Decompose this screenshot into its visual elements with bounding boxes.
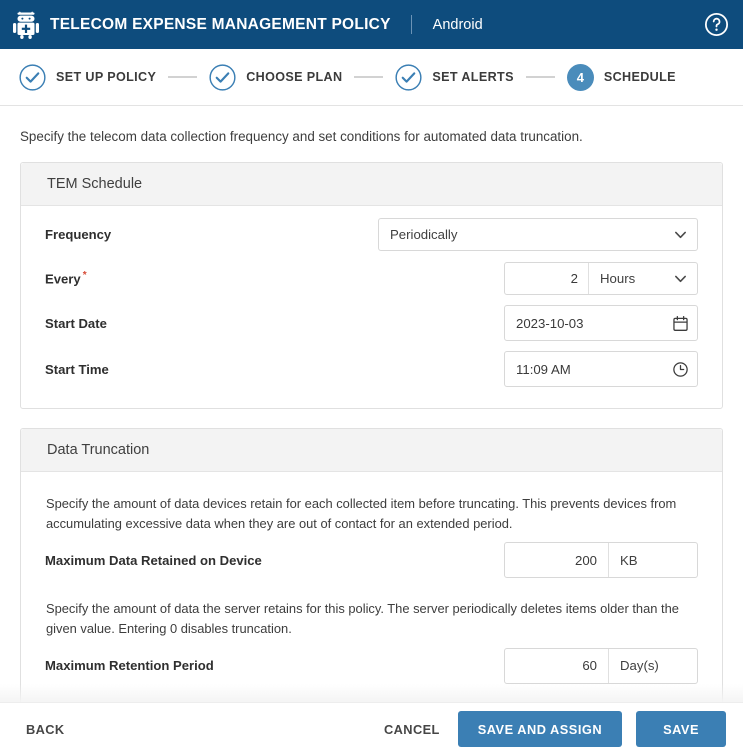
required-asterisk: * (82, 269, 87, 281)
every-interval-control[interactable]: 2 Hours (504, 261, 698, 295)
max-retention-period-input[interactable]: 60 (505, 648, 609, 683)
start-date-value: 2023-10-03 (516, 315, 584, 331)
platform-label: Android (432, 16, 483, 33)
every-label: Every * (45, 270, 504, 286)
save-and-assign-button[interactable]: SAVE AND ASSIGN (457, 711, 623, 747)
check-circle-icon (209, 63, 236, 91)
frequency-label: Frequency (45, 226, 112, 242)
data-truncation-card-title: Data Truncation (21, 429, 722, 473)
check-circle-icon (19, 63, 46, 91)
back-button[interactable]: BACK (22, 716, 69, 743)
wizard-stepper: SET UP POLICY CHOOSE PLAN SET ALERTS 4 S… (0, 49, 743, 106)
wizard-footer: BACK CANCEL SAVE AND ASSIGN SAVE (0, 702, 743, 755)
every-value-input[interactable]: 2 (505, 262, 589, 294)
max-data-retained-control[interactable]: 200 KB (504, 542, 698, 579)
chevron-down-icon (663, 219, 697, 250)
page-title: TELECOM EXPENSE MANAGEMENT POLICY (50, 15, 391, 33)
every-label-text: Every (45, 271, 81, 287)
stepper-step-set-alerts[interactable]: SET ALERTS (395, 63, 514, 91)
calendar-icon[interactable] (663, 306, 697, 340)
data-truncation-card: Data Truncation Specify the amount of da… (20, 428, 723, 702)
frequency-row: Frequency Periodically (45, 212, 698, 256)
start-time-label: Start Time (45, 361, 109, 377)
header-divider (410, 15, 412, 34)
server-truncation-description: Specify the amount of data the server re… (46, 601, 679, 636)
max-retention-period-unit: Day(s) (620, 658, 659, 674)
chevron-down-icon (663, 263, 697, 294)
start-date-input[interactable]: 2023-10-03 (504, 305, 698, 342)
stepper-connector (525, 76, 555, 78)
max-retention-period-control[interactable]: 60 Day(s) (504, 647, 698, 684)
start-time-row: Start Time 11:09 AM (45, 346, 698, 392)
tem-schedule-card: TEM Schedule Frequency Periodically Ever… (20, 162, 723, 410)
every-unit-selected-value: Hours (600, 270, 636, 286)
check-circle-icon (395, 63, 422, 91)
max-retention-period-row: Maximum Retention Period 60 Day(s) (45, 643, 698, 689)
tem-schedule-card-body: Frequency Periodically Every * 2 Hours S… (21, 206, 722, 408)
data-truncation-card-body: Specify the amount of data devices retai… (21, 472, 722, 702)
cancel-button[interactable]: CANCEL (380, 716, 444, 743)
app-header-left: TELECOM EXPENSE MANAGEMENT POLICY Androi… (13, 10, 704, 39)
device-truncation-description: Specify the amount of data devices retai… (46, 496, 677, 531)
start-date-row: Start Date 2023-10-03 (45, 300, 698, 346)
max-retention-period-label: Maximum Retention Period (45, 658, 214, 674)
stepper-step-choose-plan[interactable]: CHOOSE PLAN (209, 63, 343, 91)
max-data-retained-label: Maximum Data Retained on Device (45, 552, 262, 568)
clock-icon[interactable] (663, 352, 697, 386)
stepper-step-set-up-policy[interactable]: SET UP POLICY (19, 63, 157, 91)
stepper-label: SET UP POLICY (56, 70, 157, 84)
stepper-step-schedule[interactable]: 4 SCHEDULE (566, 63, 676, 91)
tem-schedule-card-title: TEM Schedule (21, 163, 722, 207)
max-data-retained-unit: KB (620, 552, 638, 568)
stepper-connector (354, 76, 384, 78)
max-data-retained-row: Maximum Data Retained on Device 200 KB (45, 537, 698, 583)
stepper-label: SCHEDULE (603, 70, 676, 84)
max-data-retained-input[interactable]: 200 (505, 543, 609, 578)
save-button[interactable]: SAVE (636, 711, 726, 747)
every-row: Every * 2 Hours (45, 256, 698, 300)
frequency-select[interactable]: Periodically (378, 217, 698, 251)
stepper-label: SET ALERTS (432, 70, 514, 84)
step-number-badge: 4 (566, 63, 594, 91)
app-header: TELECOM EXPENSE MANAGEMENT POLICY Androi… (0, 0, 743, 49)
start-date-label: Start Date (45, 315, 107, 331)
frequency-selected-value: Periodically (390, 226, 458, 242)
start-time-input[interactable]: 11:09 AM (504, 351, 698, 388)
main-content: Specify the telecom data collection freq… (0, 106, 743, 702)
stepper-label: CHOOSE PLAN (246, 70, 343, 84)
stepper-connector (168, 76, 198, 78)
help-circle-icon[interactable] (704, 12, 729, 37)
android-robot-icon (13, 10, 39, 39)
start-time-value: 11:09 AM (516, 361, 571, 377)
intro-text: Specify the telecom data collection freq… (20, 129, 583, 144)
